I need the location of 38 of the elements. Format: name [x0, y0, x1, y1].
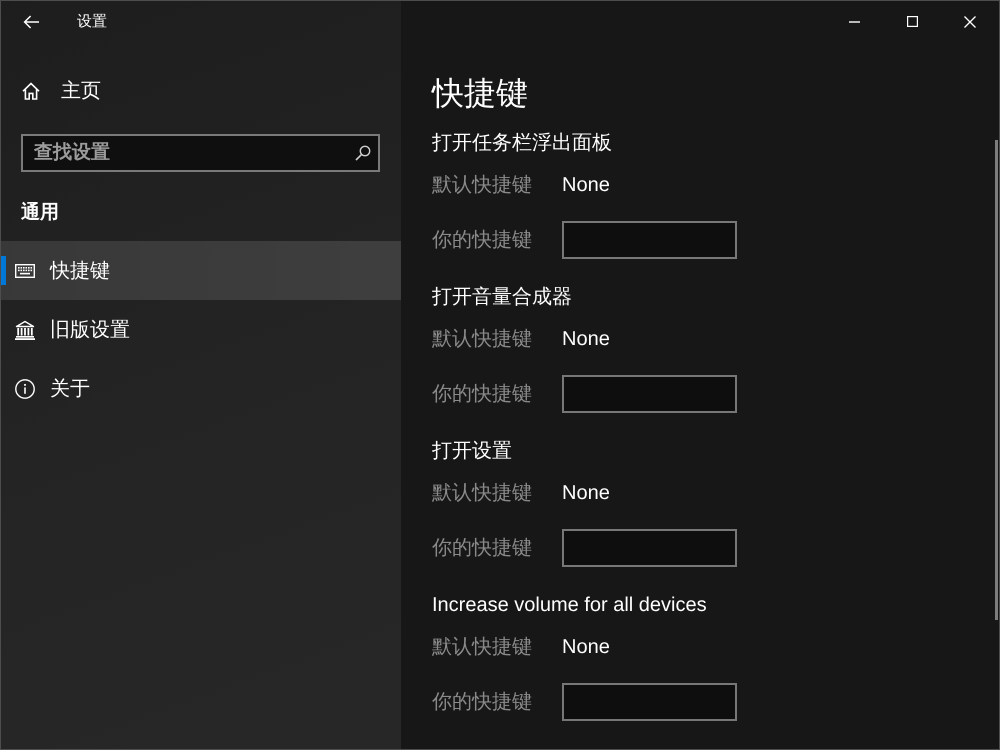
- nav-item[interactable]: 旧版设置: [1, 300, 401, 359]
- window-title: 设置: [77, 12, 107, 32]
- search-icon: [355, 145, 371, 161]
- home-link[interactable]: 主页: [1, 67, 401, 115]
- shortcut-input[interactable]: [562, 375, 737, 413]
- home-icon: [22, 82, 40, 100]
- building-icon: [15, 320, 35, 340]
- field-label: 你的快捷键: [432, 228, 533, 253]
- group-heading: 打开设置: [432, 439, 512, 464]
- section-heading: 通用: [21, 200, 59, 225]
- shortcut-input[interactable]: [562, 683, 737, 721]
- field-label: 默认快捷键: [432, 481, 533, 506]
- nav-item[interactable]: 关于: [1, 359, 401, 418]
- field-label: 你的快捷键: [432, 536, 533, 561]
- group-heading: Increase volume for all devices: [432, 593, 707, 618]
- field-label: 你的快捷键: [432, 382, 533, 407]
- back-icon: [23, 14, 39, 28]
- keyboard-icon: [15, 264, 35, 278]
- default-shortcut-value: None: [562, 327, 610, 352]
- group-heading: 打开音量合成器: [432, 285, 572, 310]
- default-shortcut-value: None: [562, 481, 610, 506]
- default-shortcut-value: None: [562, 173, 610, 198]
- minimize-icon: [848, 20, 860, 22]
- shortcut-input[interactable]: [562, 221, 737, 259]
- field-label: 默认快捷键: [432, 327, 533, 352]
- page-title: 快捷键: [432, 74, 528, 113]
- scrollbar-thumb[interactable]: [995, 140, 998, 620]
- field-label: 默认快捷键: [432, 173, 533, 198]
- field-label: 你的快捷键: [432, 690, 533, 715]
- default-shortcut-value: None: [562, 635, 610, 660]
- close-icon: [964, 16, 976, 28]
- search-field[interactable]: 查找设置: [21, 134, 380, 172]
- shortcut-input[interactable]: [562, 529, 737, 567]
- maximize-icon: [906, 16, 918, 27]
- group-heading: 打开任务栏浮出面板: [432, 131, 612, 156]
- info-icon: [15, 378, 35, 398]
- nav-item[interactable]: 快捷键: [1, 241, 401, 300]
- field-label: 默认快捷键: [432, 635, 533, 660]
